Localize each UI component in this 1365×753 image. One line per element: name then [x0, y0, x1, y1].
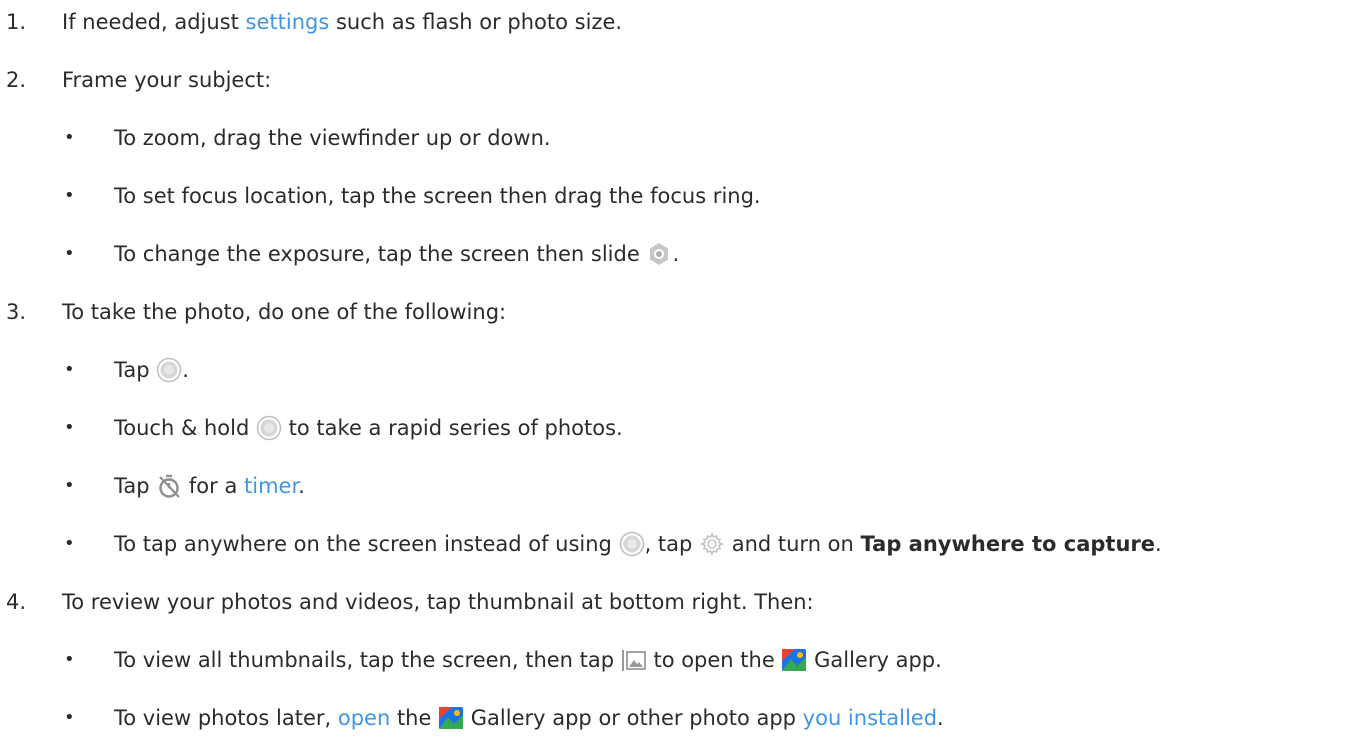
bullet: • — [64, 475, 75, 496]
bullet: • — [64, 359, 75, 380]
bullet: • — [64, 417, 75, 438]
gallery-app-icon — [438, 705, 464, 731]
bullet: • — [64, 127, 75, 148]
bullet: • — [64, 533, 75, 554]
step-text: To take the photo, do one of the followi… — [62, 300, 507, 324]
timer-icon — [156, 473, 182, 499]
shutter-icon — [256, 415, 282, 441]
step-number: 3. — [6, 300, 27, 324]
step-text: If needed, adjust settings such as flash… — [62, 10, 623, 34]
step-text: To review your photos and videos, tap th… — [62, 590, 814, 614]
gallery-thumb-icon — [621, 647, 647, 673]
step-number: 2. — [6, 68, 27, 92]
bullet: • — [64, 185, 75, 206]
gallery-app-icon — [781, 647, 807, 673]
settings-gear-icon — [699, 531, 725, 557]
step-number: 4. — [6, 590, 27, 614]
exposure-icon — [646, 241, 672, 267]
you-installed-link[interactable]: you installed — [803, 706, 937, 730]
open-link[interactable]: open — [338, 706, 390, 730]
bullet: • — [64, 707, 75, 728]
shutter-icon — [619, 531, 645, 557]
step-number: 1. — [6, 10, 27, 34]
step-text: Frame your subject: — [62, 68, 272, 92]
option-name: Tap anywhere to capture — [860, 532, 1155, 556]
shutter-icon — [156, 357, 182, 383]
timer-link[interactable]: timer — [244, 474, 298, 498]
bullet: • — [64, 243, 75, 264]
bullet: • — [64, 649, 75, 670]
settings-link[interactable]: settings — [246, 10, 330, 34]
